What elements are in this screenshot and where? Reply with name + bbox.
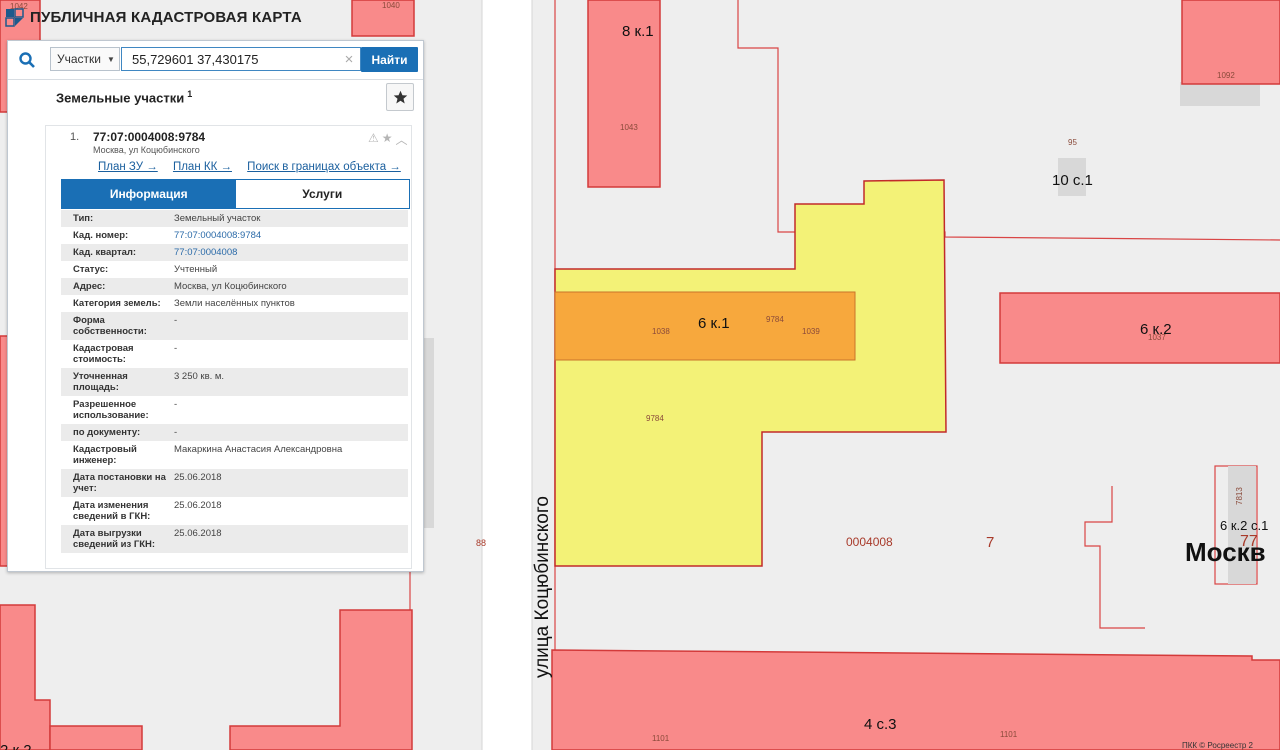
tab-info[interactable]: Информация <box>62 180 236 208</box>
star-icon[interactable]: ★ <box>382 131 393 148</box>
result-tabs: Информация Услуги <box>61 179 410 209</box>
label-88: 88 <box>476 538 486 548</box>
layer-select-value: Участки <box>57 52 101 66</box>
num-1038: 1038 <box>652 327 670 336</box>
info-row: Разрешенное использование: - <box>73 399 178 421</box>
result-number: 1. <box>70 131 80 143</box>
info-row: Кадастровая стоимость: - <box>73 343 178 365</box>
results-count: 1 <box>187 89 193 99</box>
find-button[interactable]: Найти <box>361 47 418 72</box>
info-row: Уточненная площадь: 3 250 кв. м. <box>61 368 408 396</box>
results-header: Земельные участки 1 <box>8 79 423 117</box>
result-cadastral-number[interactable]: 77:07:0004008:9784 <box>93 130 205 144</box>
info-row: Статус: Учтенный <box>73 264 218 275</box>
street-label: улица Коцюбинского <box>532 496 553 678</box>
info-row: Кад. квартал: 77:07:0004008 <box>61 244 408 261</box>
num-1039: 1039 <box>802 327 820 336</box>
num-1092: 1092 <box>1217 71 1235 80</box>
info-row: Дата изменения сведений в ГКН: 25.06.2018 <box>73 500 222 522</box>
tab-services[interactable]: Услуги <box>235 180 409 208</box>
city-label: Москв <box>1185 537 1266 567</box>
num-1101a: 1101 <box>652 734 670 743</box>
warning-icon[interactable]: ⚠ <box>368 131 379 148</box>
info-row: Дата постановки на учет: 25.06.2018 <box>61 469 408 497</box>
link-search-in-bounds[interactable]: Поиск в границах объекта → <box>247 161 401 173</box>
info-row: Форма собственности: - <box>61 312 408 340</box>
info-row: Дата выгрузки сведений из ГКН: 25.06.2018 <box>61 525 408 553</box>
map-copyright: ПКК © Росреестр 2 <box>1182 741 1254 750</box>
num-9784a: 9784 <box>766 315 784 324</box>
layer-select[interactable]: Участки ▼ <box>50 47 120 71</box>
num-1101b: 1101 <box>1000 730 1018 739</box>
result-tools: ⚠ ★ ︿ <box>368 131 408 148</box>
link-plan-kk[interactable]: План КК → <box>173 161 232 173</box>
info-table: Тип: Земельный участок Кад. номер: 77:07:0… <box>61 210 408 553</box>
app-title: ПУБЛИЧНАЯ КАДАСТРОВАЯ КАРТА <box>30 8 302 26</box>
result-links: План ЗУ → План КК → Поиск в границах объ… <box>98 161 413 173</box>
num-1040: 1040 <box>382 1 400 10</box>
label-2k2: 2 к.2 <box>0 742 32 750</box>
favorites-button[interactable] <box>386 83 414 111</box>
result-address: Москва, ул Коцюбинского <box>93 145 200 155</box>
label-7b: 7 <box>986 534 994 551</box>
num-1037: 1037 <box>1148 333 1166 342</box>
label-10s1: 10 с.1 <box>1052 172 1093 189</box>
link-plan-zu[interactable]: План ЗУ → <box>98 161 158 173</box>
num-7813: 7813 <box>1235 487 1244 505</box>
result-card: 1. 77:07:0004008:9784 Москва, ул Коцюбин… <box>45 125 412 569</box>
num-9784b: 9784 <box>646 414 664 423</box>
search-panel: Участки ▼ × Найти Земельные участки1 1. … <box>7 40 424 572</box>
info-row: Кад. номер: 77:07:0004008:9784 <box>73 230 262 241</box>
search-icon[interactable] <box>14 47 40 73</box>
street-road <box>482 0 532 750</box>
quarter-label: 0004008 <box>846 535 893 549</box>
num-1043: 1043 <box>620 123 638 132</box>
info-row: Кадастровый инженер: Макаркина Анастасия … <box>73 444 343 466</box>
app-header: ПУБЛИЧНАЯ КАДАСТРОВАЯ КАРТА <box>0 0 302 34</box>
chevron-up-icon[interactable]: ︿ <box>396 131 408 148</box>
info-row: Категория земель: Земли населённых пункто… <box>73 298 295 309</box>
results-title: Земельные участки 1 <box>56 89 193 106</box>
label-4s3: 4 с.3 <box>864 716 897 733</box>
label-6k1: 6 к.1 <box>698 315 730 332</box>
info-row: по документу: - <box>61 424 408 441</box>
label-8k1: 8 к.1 <box>622 23 654 40</box>
clear-search-button[interactable]: × <box>340 48 358 70</box>
num-95: 95 <box>1068 138 1077 147</box>
search-bar: Участки ▼ × Найти <box>8 41 423 80</box>
info-row: Тип: Земельный участок <box>61 210 408 227</box>
logo-icon <box>5 8 24 27</box>
label-6k2s1: 6 к.2 с.1 <box>1220 518 1268 533</box>
info-row: Адрес: Москва, ул Коцюбинского <box>61 278 408 295</box>
star-icon <box>393 90 407 103</box>
search-input[interactable] <box>121 47 361 71</box>
chevron-down-icon: ▼ <box>107 54 115 64</box>
